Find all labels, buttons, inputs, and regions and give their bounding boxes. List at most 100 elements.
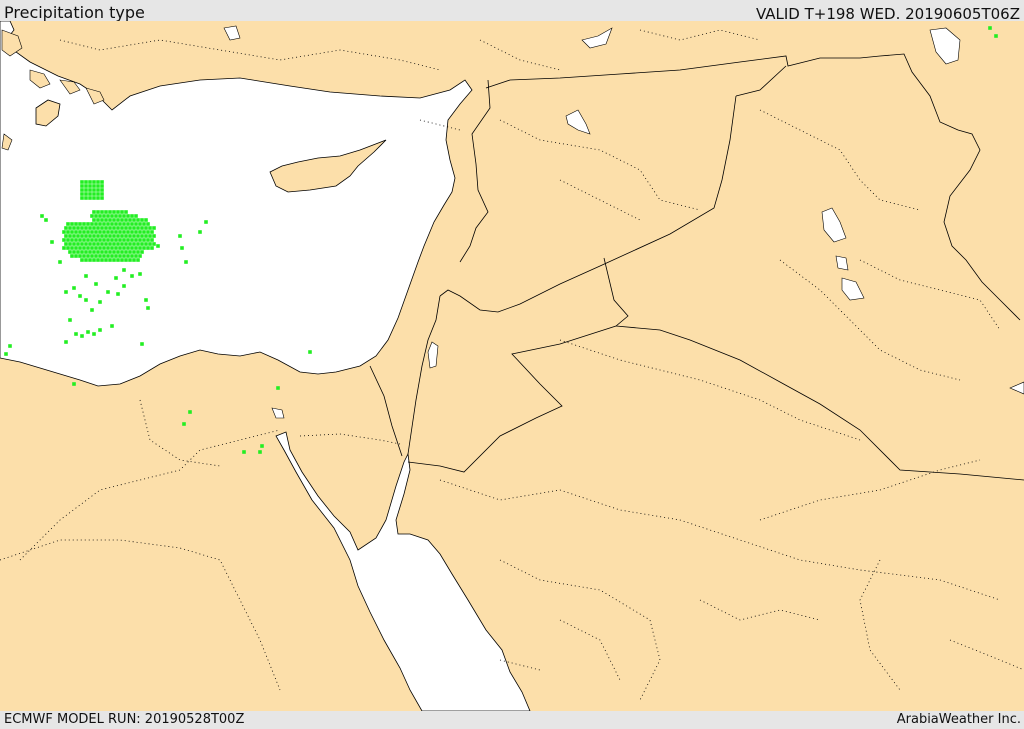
precip-dot xyxy=(112,250,116,254)
precip-dot xyxy=(106,238,110,242)
precip-dot xyxy=(140,342,144,346)
precip-dot xyxy=(96,242,100,246)
precip-dot xyxy=(96,180,100,184)
precip-dot xyxy=(134,214,138,218)
precip-dot xyxy=(188,410,192,414)
precip-dot xyxy=(142,246,146,250)
precip-dot xyxy=(92,210,96,214)
precip-dot xyxy=(74,230,78,234)
precip-dot xyxy=(98,230,102,234)
precip-dot xyxy=(94,238,98,242)
precip-dot xyxy=(136,242,140,246)
precip-dot xyxy=(100,188,104,192)
precip-dot xyxy=(86,230,90,234)
precip-dot xyxy=(106,214,110,218)
precip-dot xyxy=(90,222,94,226)
precip-dot xyxy=(148,226,152,230)
precip-dot xyxy=(70,254,74,258)
precip-dot xyxy=(108,258,112,262)
precip-dot xyxy=(124,210,128,214)
precip-dot xyxy=(150,230,154,234)
precip-dot xyxy=(80,188,84,192)
precip-dot xyxy=(68,242,72,246)
precip-dot xyxy=(66,222,70,226)
precip-dot xyxy=(108,218,112,222)
precip-dot xyxy=(146,238,150,242)
precip-dot xyxy=(78,294,82,298)
precip-dot xyxy=(118,254,122,258)
precip-dot xyxy=(84,258,88,262)
precip-dot xyxy=(146,230,150,234)
precip-dot xyxy=(258,450,262,454)
precip-dot xyxy=(64,340,68,344)
precip-dot xyxy=(94,230,98,234)
precip-dot xyxy=(112,210,116,214)
precip-dot xyxy=(104,234,108,238)
precip-dot xyxy=(138,254,142,258)
precip-dot xyxy=(66,230,70,234)
precip-dot xyxy=(98,300,102,304)
precip-dot xyxy=(68,234,72,238)
precip-dot xyxy=(88,180,92,184)
precip-dot xyxy=(114,276,118,280)
precip-dot xyxy=(64,290,68,294)
precip-dot xyxy=(88,234,92,238)
precip-dot xyxy=(114,246,118,250)
precip-dot xyxy=(108,210,112,214)
precip-dot xyxy=(64,242,68,246)
precip-dot xyxy=(88,226,92,230)
precip-dot xyxy=(132,218,136,222)
precip-dot xyxy=(116,226,120,230)
precip-dot xyxy=(134,230,138,234)
precip-dot xyxy=(62,230,66,234)
precip-dot xyxy=(126,214,130,218)
precip-dot xyxy=(96,192,100,196)
precip-dot xyxy=(124,226,128,230)
precip-dot xyxy=(152,242,156,246)
precip-dot xyxy=(140,250,144,254)
precip-dot xyxy=(122,284,126,288)
precip-dot xyxy=(82,238,86,242)
precip-dot xyxy=(120,250,124,254)
precip-dot xyxy=(92,180,96,184)
precip-dot xyxy=(114,254,118,258)
precip-dot xyxy=(80,180,84,184)
precip-dot xyxy=(122,268,126,272)
precip-dot xyxy=(116,218,120,222)
precip-dot xyxy=(82,254,86,258)
precip-dot xyxy=(88,196,92,200)
precip-dot xyxy=(144,226,148,230)
precip-dot xyxy=(84,298,88,302)
precip-dot xyxy=(134,238,138,242)
precip-dot xyxy=(134,254,138,258)
precip-dot xyxy=(198,230,202,234)
precip-dot xyxy=(96,250,100,254)
precip-dot xyxy=(74,222,78,226)
precip-dot xyxy=(62,246,66,250)
precip-dot xyxy=(72,286,76,290)
precip-dot xyxy=(104,226,108,230)
precip-dot xyxy=(126,230,130,234)
precip-dot xyxy=(134,246,138,250)
precip-dot xyxy=(112,258,116,262)
precip-dot xyxy=(146,222,150,226)
precip-dot xyxy=(112,234,116,238)
precip-dot xyxy=(100,242,104,246)
header-bar: Precipitation type VALID T+198 WED. 2019… xyxy=(0,0,1024,23)
precip-dot xyxy=(92,234,96,238)
precip-dot xyxy=(106,230,110,234)
precip-dot xyxy=(78,222,82,226)
precip-dot xyxy=(130,222,134,226)
precip-dot xyxy=(108,234,112,238)
precip-dot xyxy=(276,386,280,390)
precip-dot xyxy=(112,226,116,230)
precip-dot xyxy=(140,218,144,222)
precip-dot xyxy=(122,222,126,226)
precip-dot xyxy=(76,226,80,230)
precip-dot xyxy=(100,196,104,200)
precip-dot xyxy=(96,188,100,192)
precip-dot xyxy=(138,222,142,226)
precip-dot xyxy=(114,222,118,226)
precip-dot xyxy=(130,214,134,218)
precip-dot xyxy=(82,222,86,226)
